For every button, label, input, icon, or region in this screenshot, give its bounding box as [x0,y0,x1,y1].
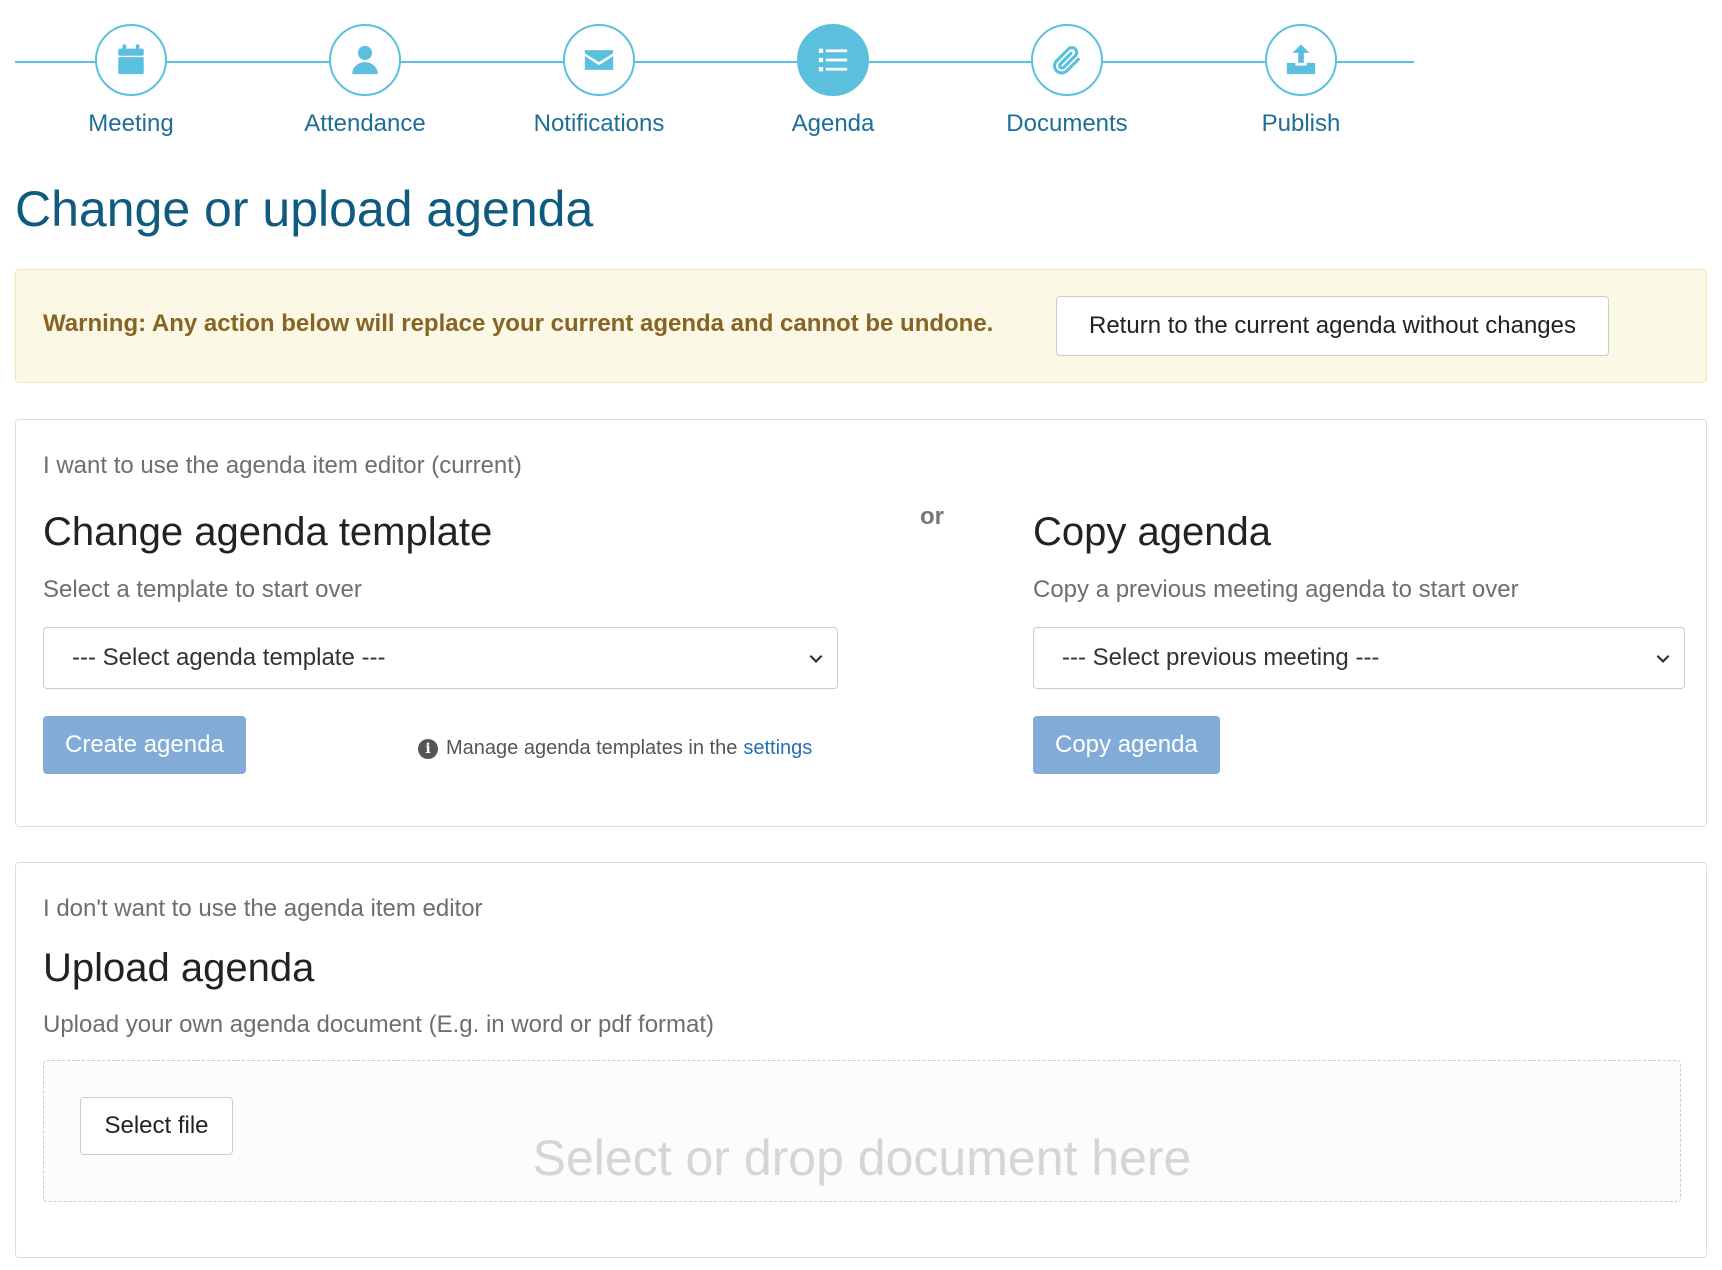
previous-meeting-select[interactable]: --- Select previous meeting --- [1033,627,1685,689]
editor-panel-heading: I want to use the agenda item editor (cu… [43,452,522,479]
or-separator: or [920,503,944,530]
copy-agenda-title: Copy agenda [1033,510,1271,554]
upload-icon [1286,44,1316,75]
page-title: Change or upload agenda [15,181,594,237]
step-notifications[interactable]: Notifications [499,24,699,138]
manage-templates-text: Manage agenda templates in the [446,737,738,759]
user-icon [352,45,378,75]
manage-templates-hint: i Manage agenda templates in the setting… [418,737,812,760]
step-documents[interactable]: Documents [967,24,1167,138]
dropzone-text: Select or drop document here [532,1130,1192,1186]
previous-meeting-select-value: --- Select previous meeting --- [1062,644,1380,671]
step-circle-agenda[interactable] [797,24,869,96]
step-circle-notifications[interactable] [563,24,635,96]
step-circle-documents[interactable] [1031,24,1103,96]
wizard-stepper: Meeting Attendance Notifications Agenda … [15,24,1415,144]
upload-panel-heading: I don't want to use the agenda item edit… [43,895,483,922]
step-label-notifications[interactable]: Notifications [534,110,665,138]
step-label-attendance[interactable]: Attendance [304,110,425,138]
step-label-documents[interactable]: Documents [1006,110,1127,138]
change-template-title: Change agenda template [43,510,493,554]
step-label-meeting[interactable]: Meeting [88,110,173,138]
page: Meeting Attendance Notifications Agenda … [0,0,1722,1270]
warning-text: Warning: Any action below will replace y… [43,310,994,337]
chevron-down-icon [809,654,823,663]
step-circle-publish[interactable] [1265,24,1337,96]
upload-agenda-panel: I don't want to use the agenda item edit… [15,862,1707,1258]
settings-link[interactable]: settings [743,737,812,760]
warning-alert: Warning: Any action below will replace y… [15,269,1707,383]
info-icon: i [418,738,438,759]
return-to-current-agenda-button[interactable]: Return to the current agenda without cha… [1056,296,1609,356]
chevron-down-icon [1656,654,1670,663]
step-circle-meeting[interactable] [95,24,167,96]
upload-agenda-title: Upload agenda [43,946,315,990]
copy-agenda-subtitle: Copy a previous meeting agenda to start … [1033,576,1519,603]
envelope-icon [584,50,614,70]
calendar-icon [118,44,144,75]
step-agenda[interactable]: Agenda [733,24,933,138]
step-label-publish[interactable]: Publish [1262,110,1341,138]
copy-agenda-button[interactable]: Copy agenda [1033,716,1220,774]
agenda-template-select-value: --- Select agenda template --- [72,644,386,671]
upload-agenda-subtitle: Upload your own agenda document (E.g. in… [43,1011,715,1038]
create-agenda-button[interactable]: Create agenda [43,716,246,774]
agenda-template-select[interactable]: --- Select agenda template --- [43,627,838,689]
step-label-agenda[interactable]: Agenda [792,110,875,138]
step-publish[interactable]: Publish [1201,24,1401,138]
step-circle-attendance[interactable] [329,24,401,96]
step-attendance[interactable]: Attendance [265,24,465,138]
paperclip-icon [1053,46,1080,75]
step-meeting[interactable]: Meeting [31,24,231,138]
agenda-editor-panel: I want to use the agenda item editor (cu… [15,419,1707,827]
list-icon [818,48,848,72]
document-dropzone[interactable]: Select file Select or drop document here [43,1060,1681,1202]
change-template-subtitle: Select a template to start over [43,576,362,603]
